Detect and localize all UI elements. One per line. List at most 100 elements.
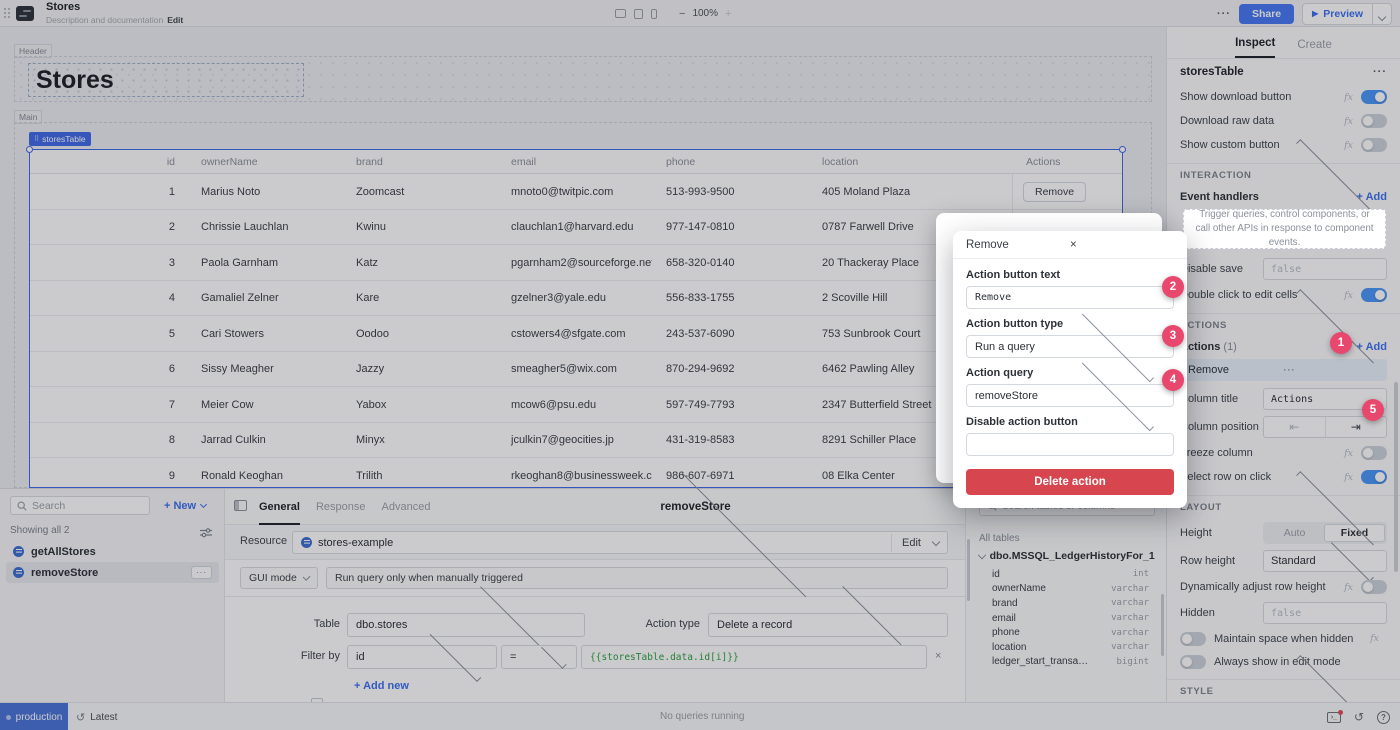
fx-icon[interactable]: fx <box>1344 140 1353 151</box>
zoom-in-button[interactable]: + <box>725 8 731 20</box>
tab-general[interactable]: General <box>259 489 300 525</box>
preview-dropdown-button[interactable] <box>1373 3 1392 25</box>
mobile-view-icon[interactable] <box>651 9 657 19</box>
preview-button[interactable]: ▶Preview <box>1302 3 1373 25</box>
height-auto-option[interactable]: Auto <box>1265 524 1324 542</box>
section-style[interactable]: STYLE <box>1167 679 1400 702</box>
schema-field-row[interactable]: email varchar <box>992 611 1149 626</box>
download-raw-toggle[interactable] <box>1361 114 1387 128</box>
column-header-phone[interactable]: phone <box>652 156 808 168</box>
maintain-space-toggle[interactable] <box>1180 632 1206 646</box>
new-query-button[interactable]: + New <box>160 496 210 515</box>
action-button-type-select[interactable]: Run a query <box>966 335 1174 358</box>
action-item-menu-icon[interactable]: ··· <box>1284 365 1380 375</box>
column-header-ownername[interactable]: ownerName <box>187 156 342 168</box>
help-icon[interactable]: ? <box>1377 711 1390 724</box>
double-click-toggle[interactable] <box>1361 288 1387 302</box>
action-button-text-label: Action button text <box>966 269 1174 281</box>
schema-scrollbar[interactable] <box>1161 594 1164 656</box>
action-button-text-input[interactable] <box>966 286 1174 309</box>
show-download-toggle[interactable] <box>1361 90 1387 104</box>
column-header-location[interactable]: location <box>808 156 1012 168</box>
remove-filter-icon[interactable]: × <box>935 650 941 662</box>
fx-icon[interactable]: fx <box>1344 116 1353 127</box>
resource-select[interactable]: stores-example Edit <box>292 531 948 554</box>
more-options-icon[interactable]: ··· <box>1217 8 1231 20</box>
filter-field-select[interactable]: id <box>347 645 497 669</box>
query-menu-icon[interactable]: ··· <box>191 566 212 579</box>
schema-field-row[interactable]: id int <box>992 567 1149 582</box>
fx-icon[interactable]: fx <box>1344 92 1353 103</box>
component-menu-icon[interactable]: ··· <box>1373 66 1387 78</box>
row-height-select[interactable]: Standard <box>1263 550 1387 572</box>
page-title-component[interactable]: Stores <box>28 63 304 97</box>
disable-save-input[interactable] <box>1263 258 1387 280</box>
tab-create[interactable]: Create <box>1297 39 1332 58</box>
delete-action-button[interactable]: Delete action <box>966 469 1174 495</box>
share-button[interactable]: Share <box>1239 4 1294 24</box>
table-component-chip[interactable]: ⠿storesTable <box>29 132 91 146</box>
fx-icon[interactable]: fx <box>1344 582 1353 593</box>
filter-operator-select[interactable]: = <box>501 645 577 669</box>
add-filter-button[interactable]: + Add new <box>354 680 409 692</box>
tab-advanced[interactable]: Advanced <box>382 489 431 525</box>
disable-action-button-input[interactable] <box>966 433 1174 456</box>
query-item-getallstores[interactable]: getAllStores <box>6 541 219 562</box>
show-custom-toggle[interactable] <box>1361 138 1387 152</box>
schema-table-node[interactable]: dbo.MSSQL_LedgerHistoryFor_15… <box>979 550 1155 562</box>
column-header-actions[interactable]: Actions <box>1012 156 1122 168</box>
query-item-removestore[interactable]: removeStore ··· <box>6 562 219 583</box>
fx-icon[interactable]: fx <box>1344 448 1353 459</box>
row-remove-button[interactable]: Remove <box>1023 182 1086 202</box>
action-query-select[interactable]: removeStore <box>966 384 1174 407</box>
tab-inspect[interactable]: Inspect <box>1235 37 1275 58</box>
fx-icon[interactable]: fx <box>1370 633 1379 644</box>
tab-response[interactable]: Response <box>316 489 366 525</box>
hidden-input[interactable] <box>1263 602 1387 624</box>
version-selector[interactable]: ↺ Latest <box>76 703 117 730</box>
schema-field-row[interactable]: ledger_start_transa… bigint <box>992 655 1149 670</box>
freeze-column-toggle[interactable] <box>1361 446 1387 460</box>
fx-icon[interactable]: fx <box>1344 472 1353 483</box>
resize-handle[interactable] <box>26 146 33 153</box>
filter-value-input[interactable]: {{storesTable.data.id[i]}} <box>581 645 927 669</box>
section-interaction[interactable]: INTERACTION <box>1167 163 1400 187</box>
schema-field-row[interactable]: location varchar <box>992 640 1149 655</box>
close-icon[interactable]: × <box>1070 239 1174 251</box>
app-logo[interactable] <box>16 6 34 21</box>
query-search-box[interactable]: Search <box>10 496 150 515</box>
inspector-scrollbar[interactable] <box>1394 382 1398 572</box>
environment-badge[interactable]: production <box>0 703 68 730</box>
debug-console-icon[interactable]: ›_ <box>1327 712 1341 723</box>
table-row[interactable]: 1 Marius Noto Zoomcast mnoto0@twitpic.co… <box>30 174 1122 210</box>
zoom-level[interactable]: 100% <box>692 8 718 19</box>
position-left-button[interactable]: ⇤ <box>1264 417 1325 437</box>
resize-handle[interactable] <box>1119 146 1126 153</box>
column-header-brand[interactable]: brand <box>342 156 497 168</box>
fx-icon[interactable]: fx <box>1344 290 1353 301</box>
sidebar-toggle-icon[interactable] <box>234 500 247 511</box>
schema-scrollbar[interactable] <box>967 539 970 601</box>
zoom-out-button[interactable]: − <box>679 8 685 20</box>
schema-field-row[interactable]: brand varchar <box>992 596 1149 611</box>
column-header-email[interactable]: email <box>497 156 652 168</box>
section-layout[interactable]: LAYOUT <box>1167 495 1400 519</box>
section-actions[interactable]: ACTIONS <box>1167 313 1400 337</box>
edit-description-link[interactable]: Edit <box>167 15 183 25</box>
select-row-toggle[interactable] <box>1361 470 1387 484</box>
action-type-select[interactable]: Delete a record <box>708 613 948 637</box>
release-history-icon[interactable]: ↺ <box>1354 711 1364 723</box>
tablet-view-icon[interactable] <box>634 9 643 19</box>
always-show-toggle[interactable] <box>1180 655 1206 669</box>
run-trigger-select[interactable]: Run query only when manually triggered <box>326 567 948 589</box>
schema-field-row[interactable]: phone varchar <box>992 625 1149 640</box>
schema-field-row[interactable]: ownerName varchar <box>992 582 1149 597</box>
dynamic-row-height-toggle[interactable] <box>1361 580 1387 594</box>
resource-edit-button[interactable]: Edit <box>891 534 921 552</box>
gui-mode-select[interactable]: GUI mode <box>240 567 318 589</box>
action-item-remove[interactable]: Remove ··· <box>1180 359 1387 381</box>
table-select[interactable]: dbo.stores <box>347 613 585 637</box>
desktop-view-icon[interactable] <box>615 9 626 18</box>
column-header-id[interactable]: id <box>30 156 187 168</box>
drag-handle-icon[interactable] <box>3 7 11 19</box>
